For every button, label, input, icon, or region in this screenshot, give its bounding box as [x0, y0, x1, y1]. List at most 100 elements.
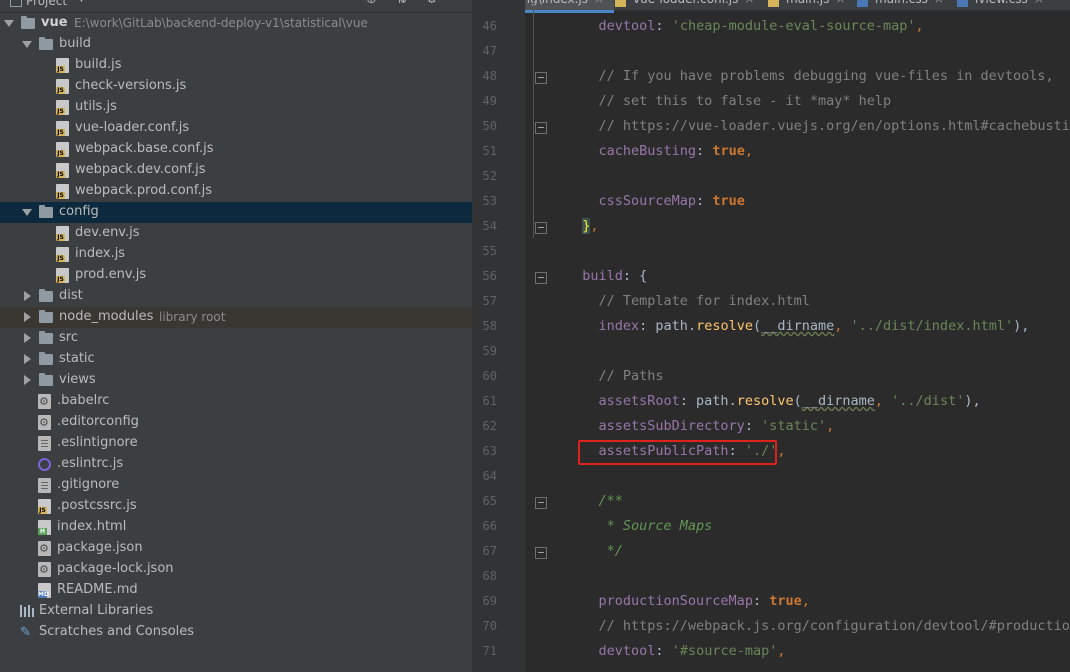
close-icon[interactable]: × — [835, 0, 845, 6]
chevron-down-icon[interactable]: ▼ — [78, 0, 85, 4]
tree-item-webpack-prod-conf-js[interactable]: JS webpack.prod.conf.js — [0, 181, 472, 202]
tree-item-dev-env-js[interactable]: JS dev.env.js — [0, 223, 472, 244]
code-token: ( — [752, 318, 762, 334]
tree-folder-node-modules[interactable]: node_modules library root — [0, 307, 472, 328]
js-file-icon: JS — [56, 163, 69, 178]
tree-item-external-libraries[interactable]: External Libraries — [0, 601, 472, 622]
tree-item--babelrc[interactable]: .babelrc — [0, 391, 472, 412]
code-token: , — [874, 393, 892, 409]
code-line: /** — [566, 493, 623, 509]
tree-item--eslintrc-js[interactable]: .eslintrc.js — [0, 454, 472, 475]
code-line: // set this to false - it *may* help — [566, 93, 892, 109]
code-token: ), — [1013, 318, 1030, 334]
tab-iview-css[interactable]: iview.css × — [951, 0, 1054, 10]
code-token: : path. — [679, 393, 737, 409]
tree-folder-views[interactable]: views — [0, 370, 472, 391]
tree-item-index-html[interactable]: Hindex.html — [0, 517, 472, 538]
tree-item-webpack-dev-conf-js[interactable]: JS webpack.dev.conf.js — [0, 160, 472, 181]
line-number: 48 — [482, 69, 497, 83]
fold-marker-icon[interactable] — [535, 122, 547, 134]
tree-folder-config[interactable]: config — [0, 202, 472, 223]
code-token: // Paths — [598, 368, 664, 384]
tree-item-label: prod.env.js — [75, 267, 147, 282]
line-number: 50 — [482, 119, 497, 133]
tree-folder-vue[interactable]: vue E:\work\GitLab\backend-deploy-v1\stat… — [0, 13, 472, 34]
tree-item-prod-env-js[interactable]: JS prod.env.js — [0, 265, 472, 286]
chevron-right-icon[interactable] — [24, 291, 31, 301]
tree-folder-src[interactable]: src — [0, 328, 472, 349]
close-icon[interactable]: × — [744, 0, 754, 6]
js-file-icon: JS — [56, 142, 69, 157]
tab-label: main.css — [875, 0, 928, 6]
tree-item-label: .babelrc — [57, 393, 110, 408]
line-number: 58 — [482, 319, 497, 333]
close-icon[interactable]: × — [1034, 0, 1044, 6]
tree-item--editorconfig[interactable]: .editorconfig — [0, 412, 472, 433]
js-file-icon — [615, 0, 626, 7]
tree-item-index-js[interactable]: JS index.js — [0, 244, 472, 265]
line-number: 64 — [482, 469, 497, 483]
tree-folder-dist[interactable]: dist — [0, 286, 472, 307]
close-icon[interactable]: × — [934, 0, 944, 6]
text-file-icon — [38, 436, 51, 451]
code-token: // https://webpack.js.org/configuration/… — [598, 618, 1070, 634]
close-icon[interactable]: × — [594, 0, 604, 6]
collapse-all-icon[interactable]: ⇅ — [396, 0, 407, 7]
chevron-right-icon[interactable] — [24, 375, 31, 385]
tree-item-package-json[interactable]: package.json — [0, 538, 472, 559]
folder-icon — [39, 205, 53, 218]
line-number: 51 — [482, 144, 497, 158]
project-panel-title[interactable]: Project — [26, 0, 67, 8]
line-number: 53 — [482, 194, 497, 208]
hide-icon[interactable]: − — [455, 0, 466, 7]
line-number: 49 — [482, 94, 497, 108]
chevron-right-icon[interactable] — [24, 312, 31, 322]
fold-marker-icon[interactable] — [535, 222, 547, 234]
gear-icon[interactable]: ⚙ — [426, 0, 438, 7]
tab-main-css[interactable]: main.css × — [851, 0, 954, 10]
tree-item-readme-md[interactable]: MD README.md — [0, 580, 472, 601]
code-token: , — [590, 218, 599, 234]
tree-item-webpack-base-conf-js[interactable]: JS webpack.base.conf.js — [0, 139, 472, 160]
chevron-right-icon[interactable] — [24, 333, 31, 343]
code-line: cacheBusting: true, — [566, 143, 753, 159]
locate-icon[interactable]: ⊕ — [366, 0, 377, 7]
tree-item-label: External Libraries — [39, 603, 154, 618]
tree-item--gitignore[interactable]: .gitignore — [0, 475, 472, 496]
tree-item--eslintignore[interactable]: .eslintignore — [0, 433, 472, 454]
code-token: '../dist/index.html' — [850, 318, 1014, 334]
tree-item-label: Scratches and Consoles — [39, 624, 195, 639]
tab-main-js[interactable]: main.js × — [762, 0, 855, 10]
tree-folder-build[interactable]: build — [0, 34, 472, 55]
tree-item--postcssrc-js[interactable]: JS .postcssrc.js — [0, 496, 472, 517]
code-token: : — [752, 593, 770, 609]
tab-vue-loader-conf-js[interactable]: vue-loader.conf.js × — [609, 0, 764, 10]
chevron-right-icon[interactable] — [24, 354, 31, 364]
tree-item-package-lock-json[interactable]: package-lock.json — [0, 559, 472, 580]
code-editor[interactable]: config\index.js×vue-loader.conf.js×main.… — [473, 0, 1070, 672]
chevron-down-icon[interactable] — [22, 41, 32, 48]
fold-marker-icon[interactable] — [535, 272, 547, 284]
chevron-down-icon[interactable] — [22, 209, 32, 216]
chevron-down-icon[interactable] — [4, 20, 14, 27]
tree-folder-static[interactable]: static — [0, 349, 472, 370]
code-line: // https://vue-loader.vuejs.org/en/optio… — [566, 118, 1070, 134]
fold-marker-icon[interactable] — [535, 72, 547, 84]
tree-item-label: build — [59, 36, 91, 51]
tree-item-build-js[interactable]: JS build.js — [0, 55, 472, 76]
tree-item-scratches-and-consoles[interactable]: ✎ Scratches and Consoles — [0, 622, 472, 643]
fold-marker-icon[interactable] — [535, 547, 547, 559]
folder-icon — [39, 310, 53, 323]
code-line: // Paths — [566, 368, 664, 384]
config-file-icon — [38, 415, 51, 430]
js-file-icon: JS — [56, 100, 69, 115]
tree-item-vue-loader-conf-js[interactable]: JS vue-loader.conf.js — [0, 118, 472, 139]
tree-item-label: build.js — [75, 57, 122, 72]
tree-item-check-versions-js[interactable]: JS check-versions.js — [0, 76, 472, 97]
fold-marker-icon[interactable] — [535, 497, 547, 509]
tree-item-utils-js[interactable]: JS utils.js — [0, 97, 472, 118]
